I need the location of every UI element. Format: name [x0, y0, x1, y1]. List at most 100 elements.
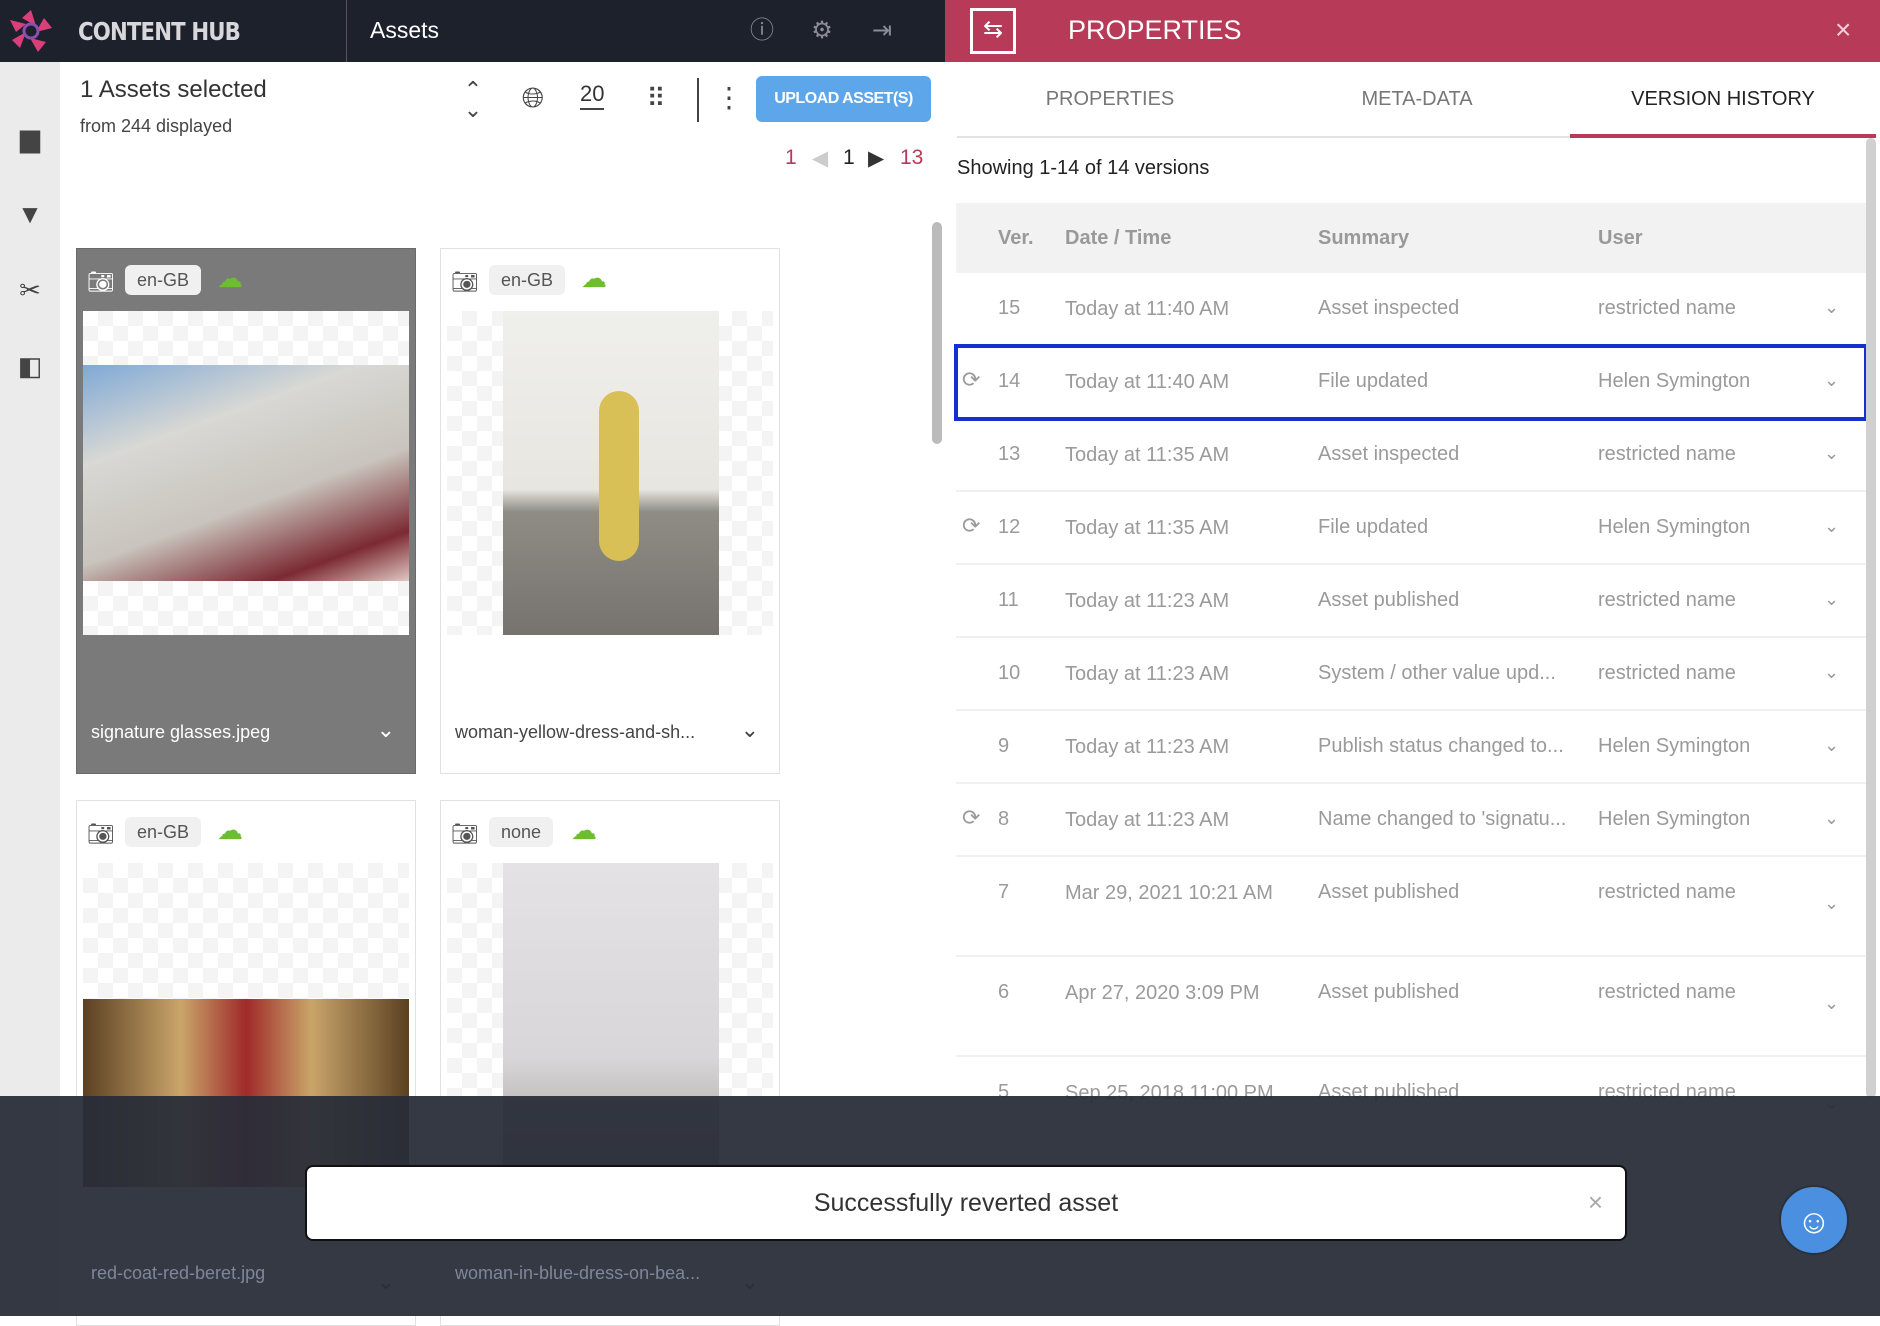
- sort-icon[interactable]: ⌃ ⌄: [458, 79, 488, 121]
- version-summary: Asset inspected: [1318, 443, 1460, 465]
- version-summary: System / other value upd...: [1318, 662, 1556, 684]
- version-row[interactable]: 13 Today at 11:35 AM Asset inspected restri…: [956, 419, 1866, 492]
- chevron-down-icon[interactable]: ⌄: [1824, 297, 1839, 318]
- chevron-down-icon[interactable]: ⌄: [1824, 893, 1839, 914]
- selection-count: 1 Assets selected: [80, 76, 267, 103]
- version-user: restricted name: [1598, 981, 1736, 1003]
- chevron-down-icon[interactable]: ⌄: [377, 717, 395, 743]
- version-summary: File updated: [1318, 370, 1429, 392]
- version-number: 15: [998, 297, 1021, 319]
- version-summary: Asset published: [1318, 881, 1460, 903]
- toolbar-divider: [697, 78, 699, 122]
- version-number: 9: [998, 735, 1010, 757]
- chevron-down-icon[interactable]: ⌄: [1824, 370, 1839, 391]
- table-header: Ver. Date / Time Summary User: [956, 203, 1866, 273]
- column-summary: Summary: [1318, 227, 1410, 249]
- version-user: restricted name: [1598, 443, 1736, 465]
- version-date: Today at 11:35 AM: [1065, 444, 1230, 466]
- assets-scrollbar[interactable]: [932, 222, 942, 444]
- panel-scrollbar[interactable]: [1866, 138, 1876, 1098]
- version-user: restricted name: [1598, 662, 1736, 684]
- version-date: Today at 11:40 AM: [1065, 371, 1230, 393]
- box-icon[interactable]: ◧: [12, 348, 48, 384]
- column-date: Date / Time: [1065, 227, 1172, 249]
- filter-icon[interactable]: ▼: [12, 196, 48, 232]
- tab-version-history[interactable]: VERSION HISTORY: [1570, 88, 1876, 111]
- cloud-published-icon: ☁: [571, 815, 597, 845]
- version-number: 6: [998, 981, 1010, 1003]
- panel-title: PROPERTIES: [1068, 15, 1242, 45]
- chatbot-icon[interactable]: ☺: [1779, 1185, 1849, 1255]
- chevron-down-icon[interactable]: ⌄: [1824, 443, 1839, 464]
- settings-icon[interactable]: ⚙: [807, 16, 837, 46]
- asset-card[interactable]: 📷︎ en-GB ☁ signature glasses.jpeg ⌄: [76, 248, 416, 774]
- version-row[interactable]: ⟳ 14 Today at 11:40 AM File updated Helen Sy…: [954, 344, 1868, 421]
- grid-view-icon[interactable]: ⠿: [638, 78, 674, 118]
- pager-first[interactable]: 1: [785, 146, 797, 170]
- properties-icon: ⇆: [970, 8, 1016, 54]
- cloud-published-icon: ☁: [217, 815, 243, 845]
- asset-card[interactable]: 📷︎ en-GB ☁ woman-yellow-dress-and-sh... …: [440, 248, 780, 774]
- content-hub-logo: [10, 10, 52, 52]
- version-number: 7: [998, 881, 1010, 903]
- asset-thumbnail: [83, 311, 409, 635]
- more-options-icon[interactable]: ⋮: [714, 78, 744, 118]
- asset-thumbnail: [447, 311, 773, 635]
- version-summary: Asset published: [1318, 589, 1460, 611]
- version-number: 10: [998, 662, 1021, 684]
- asset-name: red-coat-red-beret.jpg: [91, 1263, 266, 1283]
- toast-close-button[interactable]: ×: [1588, 1187, 1603, 1218]
- camera-icon: 📷︎: [87, 821, 115, 846]
- version-row[interactable]: ⟳ 8 Today at 11:23 AM Name changed to 'sign…: [956, 784, 1866, 857]
- column-ver: Ver.: [998, 227, 1034, 249]
- toast-message: Successfully reverted asset: [813, 1189, 1119, 1217]
- version-row[interactable]: 9 Today at 11:23 AM Publish status changed…: [956, 711, 1866, 784]
- pager-current: 1: [843, 146, 855, 169]
- revert-icon[interactable]: ⟳: [962, 805, 980, 831]
- version-date: Mar 29, 2021 10:21 AM: [1065, 882, 1273, 904]
- revert-icon[interactable]: ⟳: [962, 367, 980, 393]
- version-summary: Asset inspected: [1318, 297, 1460, 319]
- version-summary: Asset published: [1318, 981, 1460, 1003]
- version-user: Helen Symington: [1598, 516, 1751, 538]
- tab-meta-data[interactable]: META-DATA: [1264, 88, 1570, 111]
- tab-properties[interactable]: PROPERTIES: [957, 88, 1263, 111]
- version-row[interactable]: 15 Today at 11:40 AM Asset inspected restri…: [956, 273, 1866, 346]
- pager-next-icon[interactable]: ▶: [868, 146, 884, 171]
- chevron-down-icon[interactable]: ⌄: [1824, 735, 1839, 756]
- globe-icon[interactable]: 🌐︎: [513, 78, 553, 118]
- top-bar: CONTENT HUB Assets ⓘ ⚙ ⇥: [0, 0, 945, 62]
- version-row[interactable]: 10 Today at 11:23 AM System / other value …: [956, 638, 1866, 711]
- version-row[interactable]: 11 Today at 11:23 AM Asset published restri…: [956, 565, 1866, 638]
- version-row[interactable]: 6 Apr 27, 2020 3:09 PM Asset published rest…: [956, 957, 1866, 1057]
- revert-icon[interactable]: ⟳: [962, 513, 980, 539]
- version-user: Helen Symington: [1598, 370, 1751, 392]
- chevron-down-icon[interactable]: ⌄: [1824, 516, 1839, 537]
- pager-last[interactable]: 13: [900, 146, 923, 170]
- folder-icon[interactable]: ▆: [12, 120, 48, 156]
- logout-icon[interactable]: ⇥: [867, 16, 897, 46]
- asset-name: signature glasses.jpeg: [91, 722, 271, 742]
- close-panel-button[interactable]: ×: [1835, 14, 1851, 46]
- brand-name: CONTENT HUB: [78, 17, 241, 46]
- version-date: Today at 11:35 AM: [1065, 517, 1230, 539]
- per-page-selector[interactable]: 20: [580, 80, 605, 110]
- version-row[interactable]: 7 Mar 29, 2021 10:21 AM Asset published res…: [956, 857, 1866, 957]
- language-badge: en-GB: [125, 265, 202, 295]
- chevron-down-icon[interactable]: ⌄: [1824, 993, 1839, 1014]
- pager-prev-icon[interactable]: ◀: [812, 146, 828, 171]
- version-date: Today at 11:40 AM: [1065, 298, 1230, 320]
- active-tab-indicator: [1570, 134, 1876, 138]
- version-summary: Name changed to 'signatu...: [1318, 808, 1567, 830]
- chevron-down-icon[interactable]: ⌄: [1824, 808, 1839, 829]
- chevron-down-icon[interactable]: ⌄: [1824, 662, 1839, 683]
- version-number: 14: [998, 370, 1021, 392]
- upload-assets-button[interactable]: UPLOAD ASSET(S): [756, 76, 931, 122]
- camera-icon: 📷︎: [451, 821, 479, 846]
- version-user: restricted name: [1598, 297, 1736, 319]
- version-row[interactable]: ⟳ 12 Today at 11:35 AM File updated Helen Sy…: [956, 492, 1866, 565]
- chevron-down-icon[interactable]: ⌄: [741, 717, 759, 743]
- tools-icon[interactable]: ✂: [12, 272, 48, 308]
- help-icon[interactable]: ⓘ: [747, 16, 777, 46]
- chevron-down-icon[interactable]: ⌄: [1824, 589, 1839, 610]
